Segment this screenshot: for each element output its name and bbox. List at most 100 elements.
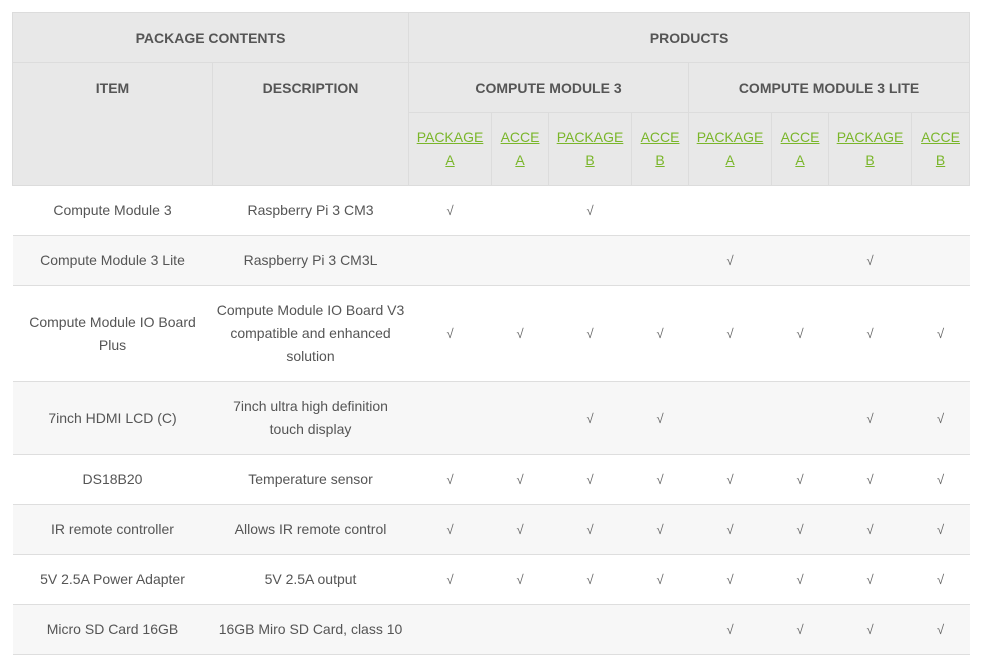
check-mark-cell: √ (548, 381, 632, 455)
product-column-header: PACKAGE A (408, 112, 493, 186)
check-mark-cell: √ (491, 285, 549, 382)
empty-cell (631, 604, 689, 655)
description-cell: 16GB Miro SD Card, class 10 (212, 604, 409, 655)
empty-cell (408, 604, 492, 655)
table-row: Micro SD Card 16GB 16GB Miro SD Card, cla… (12, 604, 970, 655)
empty-cell (491, 185, 549, 236)
item-cell: Compute Module IO Board Plus (12, 285, 213, 382)
package-contents-table: PACKAGE CONTENTS PRODUCTS ITEM DESCRIPTI… (11, 12, 971, 655)
check-mark-cell: √ (631, 504, 689, 555)
check-mark-cell: √ (548, 504, 632, 555)
cm3-acce-b-link[interactable]: ACCE B (641, 126, 680, 172)
compute-module-3-header: COMPUTE MODULE 3 (408, 62, 690, 113)
package-contents-heading: PACKAGE CONTENTS (11, 12, 410, 63)
check-mark-cell: √ (688, 235, 772, 286)
link-label-line2: B (655, 152, 665, 168)
table-body: Compute Module 3 Raspberry Pi 3 CM3 √ √ Comp… (12, 185, 970, 655)
check-mark-cell: √ (771, 285, 829, 382)
description-cell: Allows IR remote control (212, 504, 409, 555)
link-label-line1: ACCE (640, 129, 680, 145)
link-label-line2: B (585, 152, 595, 168)
cm3lite-acce-a-link[interactable]: ACCE A (781, 126, 820, 172)
check-mark-cell: √ (911, 554, 970, 605)
check-mark-cell: √ (548, 285, 632, 382)
empty-cell (688, 185, 772, 236)
check-mark-cell: √ (491, 554, 549, 605)
item-cell: Compute Module 3 Lite (12, 235, 213, 286)
check-mark-cell: √ (631, 381, 689, 455)
cm3-acce-a-link[interactable]: ACCE A (501, 126, 540, 172)
cm3lite-package-b-link[interactable]: PACKAGE B (837, 126, 904, 172)
check-mark-cell: √ (771, 454, 829, 505)
cm3-package-b-link[interactable]: PACKAGE B (557, 126, 624, 172)
empty-cell (771, 381, 829, 455)
check-mark-cell: √ (771, 604, 829, 655)
empty-cell (631, 185, 689, 236)
empty-cell (771, 235, 829, 286)
link-label-line1: ACCE (921, 129, 960, 145)
product-column-header: ACCE A (491, 112, 550, 186)
check-mark-cell: √ (688, 285, 772, 382)
table-row: IR remote controller Allows IR remote con… (12, 504, 970, 555)
table-row: Compute Module 3 Lite Raspberry Pi 3 CM3L… (12, 235, 970, 286)
empty-cell (911, 235, 970, 286)
link-label-line2: B (935, 152, 946, 168)
empty-cell (911, 185, 970, 236)
empty-cell (548, 604, 632, 655)
cm3lite-acce-b-link[interactable]: ACCE B (921, 126, 960, 172)
description-cell: Compute Module IO Board V3 compatible an… (212, 285, 409, 382)
empty-cell (631, 235, 689, 286)
product-column-header: PACKAGE B (828, 112, 913, 186)
table-row: DS18B20 Temperature sensor √ √ √ √ √ √ √ √ (12, 454, 970, 505)
link-label-line2: B (865, 152, 875, 168)
compute-module-3-lite-header: COMPUTE MODULE 3 LITE (688, 62, 971, 113)
check-mark-cell: √ (828, 604, 912, 655)
link-label-line2: A (795, 152, 805, 168)
check-mark-cell: √ (631, 285, 689, 382)
link-label-line1: ACCE (780, 129, 820, 145)
product-column-header: PACKAGE A (688, 112, 773, 186)
link-label-line1: PACKAGE (696, 129, 764, 145)
table-row: 7inch HDMI LCD (C) 7inch ultra high defin… (12, 381, 970, 455)
check-mark-cell: √ (828, 285, 912, 382)
check-mark-cell: √ (828, 454, 912, 505)
item-cell: DS18B20 (12, 454, 213, 505)
check-mark-cell: √ (911, 504, 970, 555)
description-cell: Raspberry Pi 3 CM3L (212, 235, 409, 286)
empty-cell (408, 381, 492, 455)
description-cell: Raspberry Pi 3 CM3 (212, 185, 409, 236)
check-mark-cell: √ (828, 235, 912, 286)
link-label-line1: PACKAGE (416, 129, 484, 145)
cm3-package-a-link[interactable]: PACKAGE A (417, 126, 484, 172)
description-cell: Temperature sensor (212, 454, 409, 505)
product-column-header: ACCE B (631, 112, 690, 186)
description-cell: 5V 2.5A output (212, 554, 409, 605)
check-mark-cell: √ (828, 504, 912, 555)
item-cell: Micro SD Card 16GB (12, 604, 213, 655)
check-mark-cell: √ (548, 185, 632, 236)
check-mark-cell: √ (491, 454, 549, 505)
empty-cell (688, 381, 772, 455)
check-mark-cell: √ (631, 554, 689, 605)
empty-cell (491, 604, 549, 655)
description-column-header: DESCRIPTION (211, 62, 410, 186)
empty-cell (491, 381, 549, 455)
check-mark-cell: √ (771, 554, 829, 605)
item-cell: 5V 2.5A Power Adapter (12, 554, 213, 605)
check-mark-cell: √ (408, 504, 492, 555)
check-mark-cell: √ (408, 454, 492, 505)
link-label-line2: A (515, 152, 525, 168)
check-mark-cell: √ (688, 454, 772, 505)
link-label-line2: A (725, 152, 735, 168)
cm3lite-package-a-link[interactable]: PACKAGE A (697, 126, 764, 172)
check-mark-cell: √ (408, 285, 492, 382)
check-mark-cell: √ (911, 381, 970, 455)
check-mark-cell: √ (771, 504, 829, 555)
table-row: Compute Module IO Board Plus Compute Modu… (12, 285, 970, 382)
check-mark-cell: √ (828, 554, 912, 605)
check-mark-cell: √ (828, 381, 912, 455)
empty-cell (548, 235, 632, 286)
table-row: 5V 2.5A Power Adapter 5V 2.5A output √ √ √ √ √… (12, 554, 970, 605)
check-mark-cell: √ (688, 504, 772, 555)
check-mark-cell: √ (911, 604, 970, 655)
